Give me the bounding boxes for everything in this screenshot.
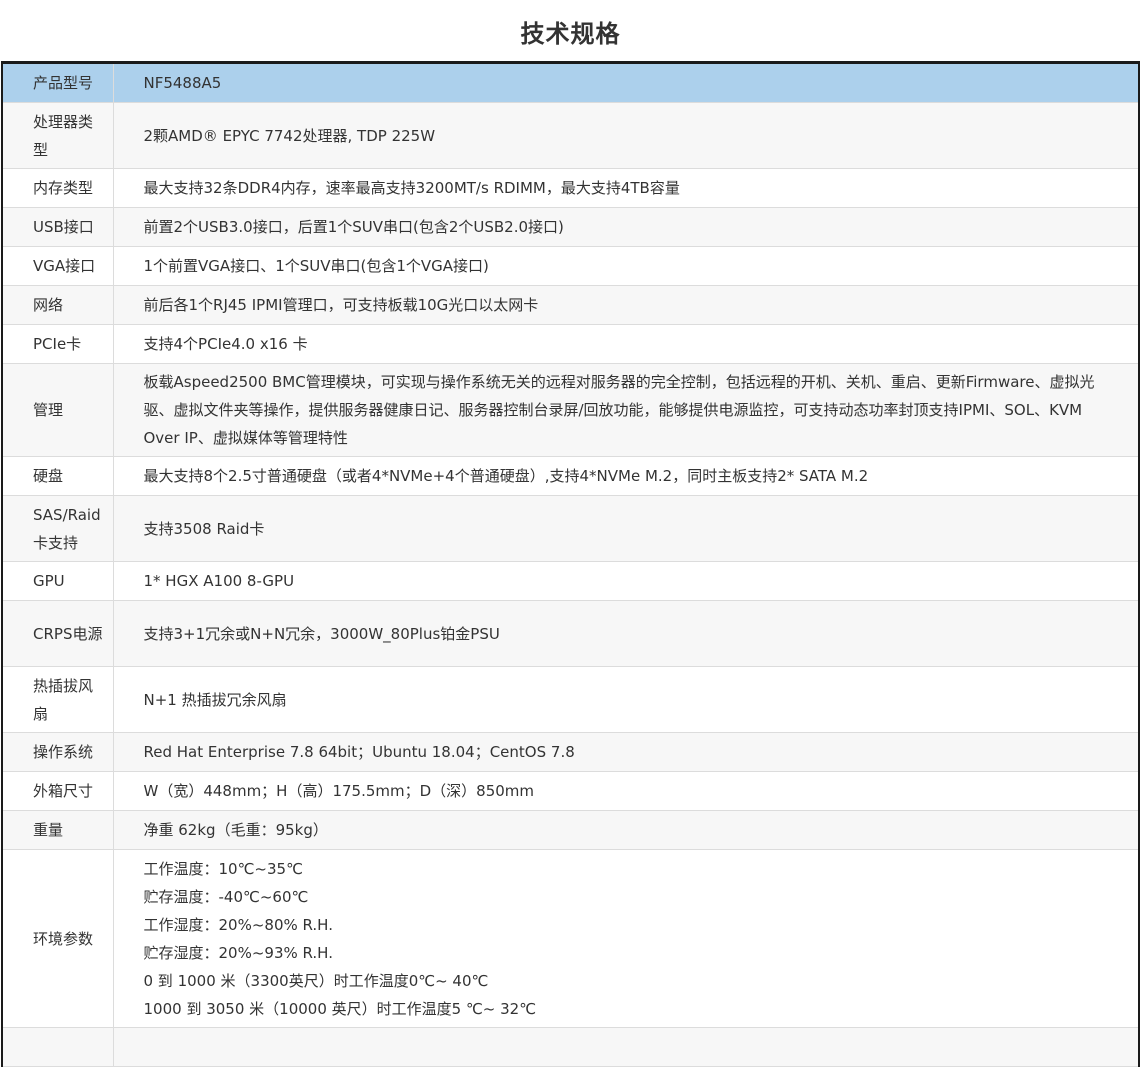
spec-value: 前后各1个RJ45 IPMI管理口，可支持板载10G光口以太网卡	[113, 285, 1139, 325]
spec-value: Red Hat Enterprise 7.8 64bit；Ubuntu 18.0…	[113, 732, 1139, 772]
spec-row-memory: 内存类型 最大支持32条DDR4内存，速率最高支持3200MT/s RDIMM，…	[2, 168, 1139, 208]
spec-row-os: 操作系统 Red Hat Enterprise 7.8 64bit；Ubuntu…	[2, 732, 1139, 772]
spec-value: 板载Aspeed2500 BMC管理模块，可实现与操作系统无关的远程对服务器的完…	[113, 363, 1139, 457]
spec-row-continued	[2, 1027, 1139, 1067]
spec-label: VGA接口	[2, 246, 114, 286]
env-line: 0 到 1000 米（3300英尺）时工作温度0℃~ 40℃	[143, 971, 489, 990]
spec-label: 重量	[2, 810, 114, 850]
spec-label: PCIe卡	[2, 324, 114, 364]
spec-table: 产品型号 NF5488A5 处理器类型 2颗AMD® EPYC 7742处理器,…	[1, 61, 1140, 1067]
spec-row-environment: 环境参数 工作温度：10℃~35℃ 贮存温度：-40℃~60℃ 工作湿度：20%…	[2, 849, 1139, 1028]
spec-value: 净重 62kg（毛重：95kg）	[113, 810, 1139, 850]
spec-label: 操作系统	[2, 732, 114, 772]
spec-row-fan: 热插拔风扇 N+1 热插拔冗余风扇	[2, 666, 1139, 733]
spec-row-processor: 处理器类型 2颗AMD® EPYC 7742处理器, TDP 225W	[2, 102, 1139, 169]
spec-value: NF5488A5	[113, 62, 1139, 103]
spec-value: N+1 热插拔冗余风扇	[113, 666, 1139, 733]
spec-label: 热插拔风扇	[2, 666, 114, 733]
spec-value: 支持4个PCIe4.0 x16 卡	[113, 324, 1139, 364]
spec-value: 最大支持32条DDR4内存，速率最高支持3200MT/s RDIMM，最大支持4…	[113, 168, 1139, 208]
spec-row-disk: 硬盘 最大支持8个2.5寸普通硬盘（或者4*NVMe+4个普通硬盘）,支持4*N…	[2, 456, 1139, 496]
spec-row-dimensions: 外箱尺寸 W（宽）448mm；H（高）175.5mm；D（深）850mm	[2, 771, 1139, 811]
spec-label: SAS/Raid卡支持	[2, 495, 114, 562]
spec-value: 1* HGX A100 8-GPU	[113, 561, 1139, 601]
env-line: 工作湿度：20%~80% R.H.	[143, 915, 333, 934]
spec-label: 网络	[2, 285, 114, 325]
spec-label: 管理	[2, 363, 114, 457]
spec-value: 工作温度：10℃~35℃ 贮存温度：-40℃~60℃ 工作湿度：20%~80% …	[113, 849, 1139, 1028]
spec-row-vga: VGA接口 1个前置VGA接口、1个SUV串口(包含1个VGA接口)	[2, 246, 1139, 286]
page-title: 技术规格	[520, 20, 621, 48]
spec-value: 2颗AMD® EPYC 7742处理器, TDP 225W	[113, 102, 1139, 169]
spec-label: 外箱尺寸	[2, 771, 114, 811]
spec-label: 产品型号	[2, 62, 114, 103]
spec-row-usb: USB接口 前置2个USB3.0接口，后置1个SUV串口(包含2个USB2.0接…	[2, 207, 1139, 247]
spec-value: 支持3508 Raid卡	[113, 495, 1139, 562]
spec-value: 前置2个USB3.0接口，后置1个SUV串口(包含2个USB2.0接口)	[113, 207, 1139, 247]
spec-value: 1个前置VGA接口、1个SUV串口(包含1个VGA接口)	[113, 246, 1139, 286]
spec-label: GPU	[2, 561, 114, 601]
spec-row-model: 产品型号 NF5488A5	[2, 62, 1139, 103]
env-line: 1000 到 3050 米（10000 英尺）时工作温度5 ℃~ 32℃	[143, 999, 537, 1018]
spec-label: 环境参数	[2, 849, 114, 1028]
spec-value	[113, 1027, 1139, 1067]
spec-row-weight: 重量 净重 62kg（毛重：95kg）	[2, 810, 1139, 850]
spec-label: USB接口	[2, 207, 114, 247]
spec-value: 支持3+1冗余或N+N冗余，3000W_80Plus铂金PSU	[113, 600, 1139, 667]
spec-row-management: 管理 板载Aspeed2500 BMC管理模块，可实现与操作系统无关的远程对服务…	[2, 363, 1139, 457]
env-line: 贮存温度：-40℃~60℃	[143, 887, 309, 906]
spec-row-gpu: GPU 1* HGX A100 8-GPU	[2, 561, 1139, 601]
spec-label: CRPS电源	[2, 600, 114, 667]
spec-label: 处理器类型	[2, 102, 114, 169]
spec-row-pcie: PCIe卡 支持4个PCIe4.0 x16 卡	[2, 324, 1139, 364]
spec-label: 硬盘	[2, 456, 114, 496]
spec-value: 最大支持8个2.5寸普通硬盘（或者4*NVMe+4个普通硬盘）,支持4*NVMe…	[113, 456, 1139, 496]
env-line: 贮存湿度：20%~93% R.H.	[143, 943, 333, 962]
spec-label	[2, 1027, 114, 1067]
spec-row-raid: SAS/Raid卡支持 支持3508 Raid卡	[2, 495, 1139, 562]
env-line: 工作温度：10℃~35℃	[143, 859, 303, 878]
spec-value: W（宽）448mm；H（高）175.5mm；D（深）850mm	[113, 771, 1139, 811]
spec-row-network: 网络 前后各1个RJ45 IPMI管理口，可支持板载10G光口以太网卡	[2, 285, 1139, 325]
spec-row-power: CRPS电源 支持3+1冗余或N+N冗余，3000W_80Plus铂金PSU	[2, 600, 1139, 667]
spec-label: 内存类型	[2, 168, 114, 208]
